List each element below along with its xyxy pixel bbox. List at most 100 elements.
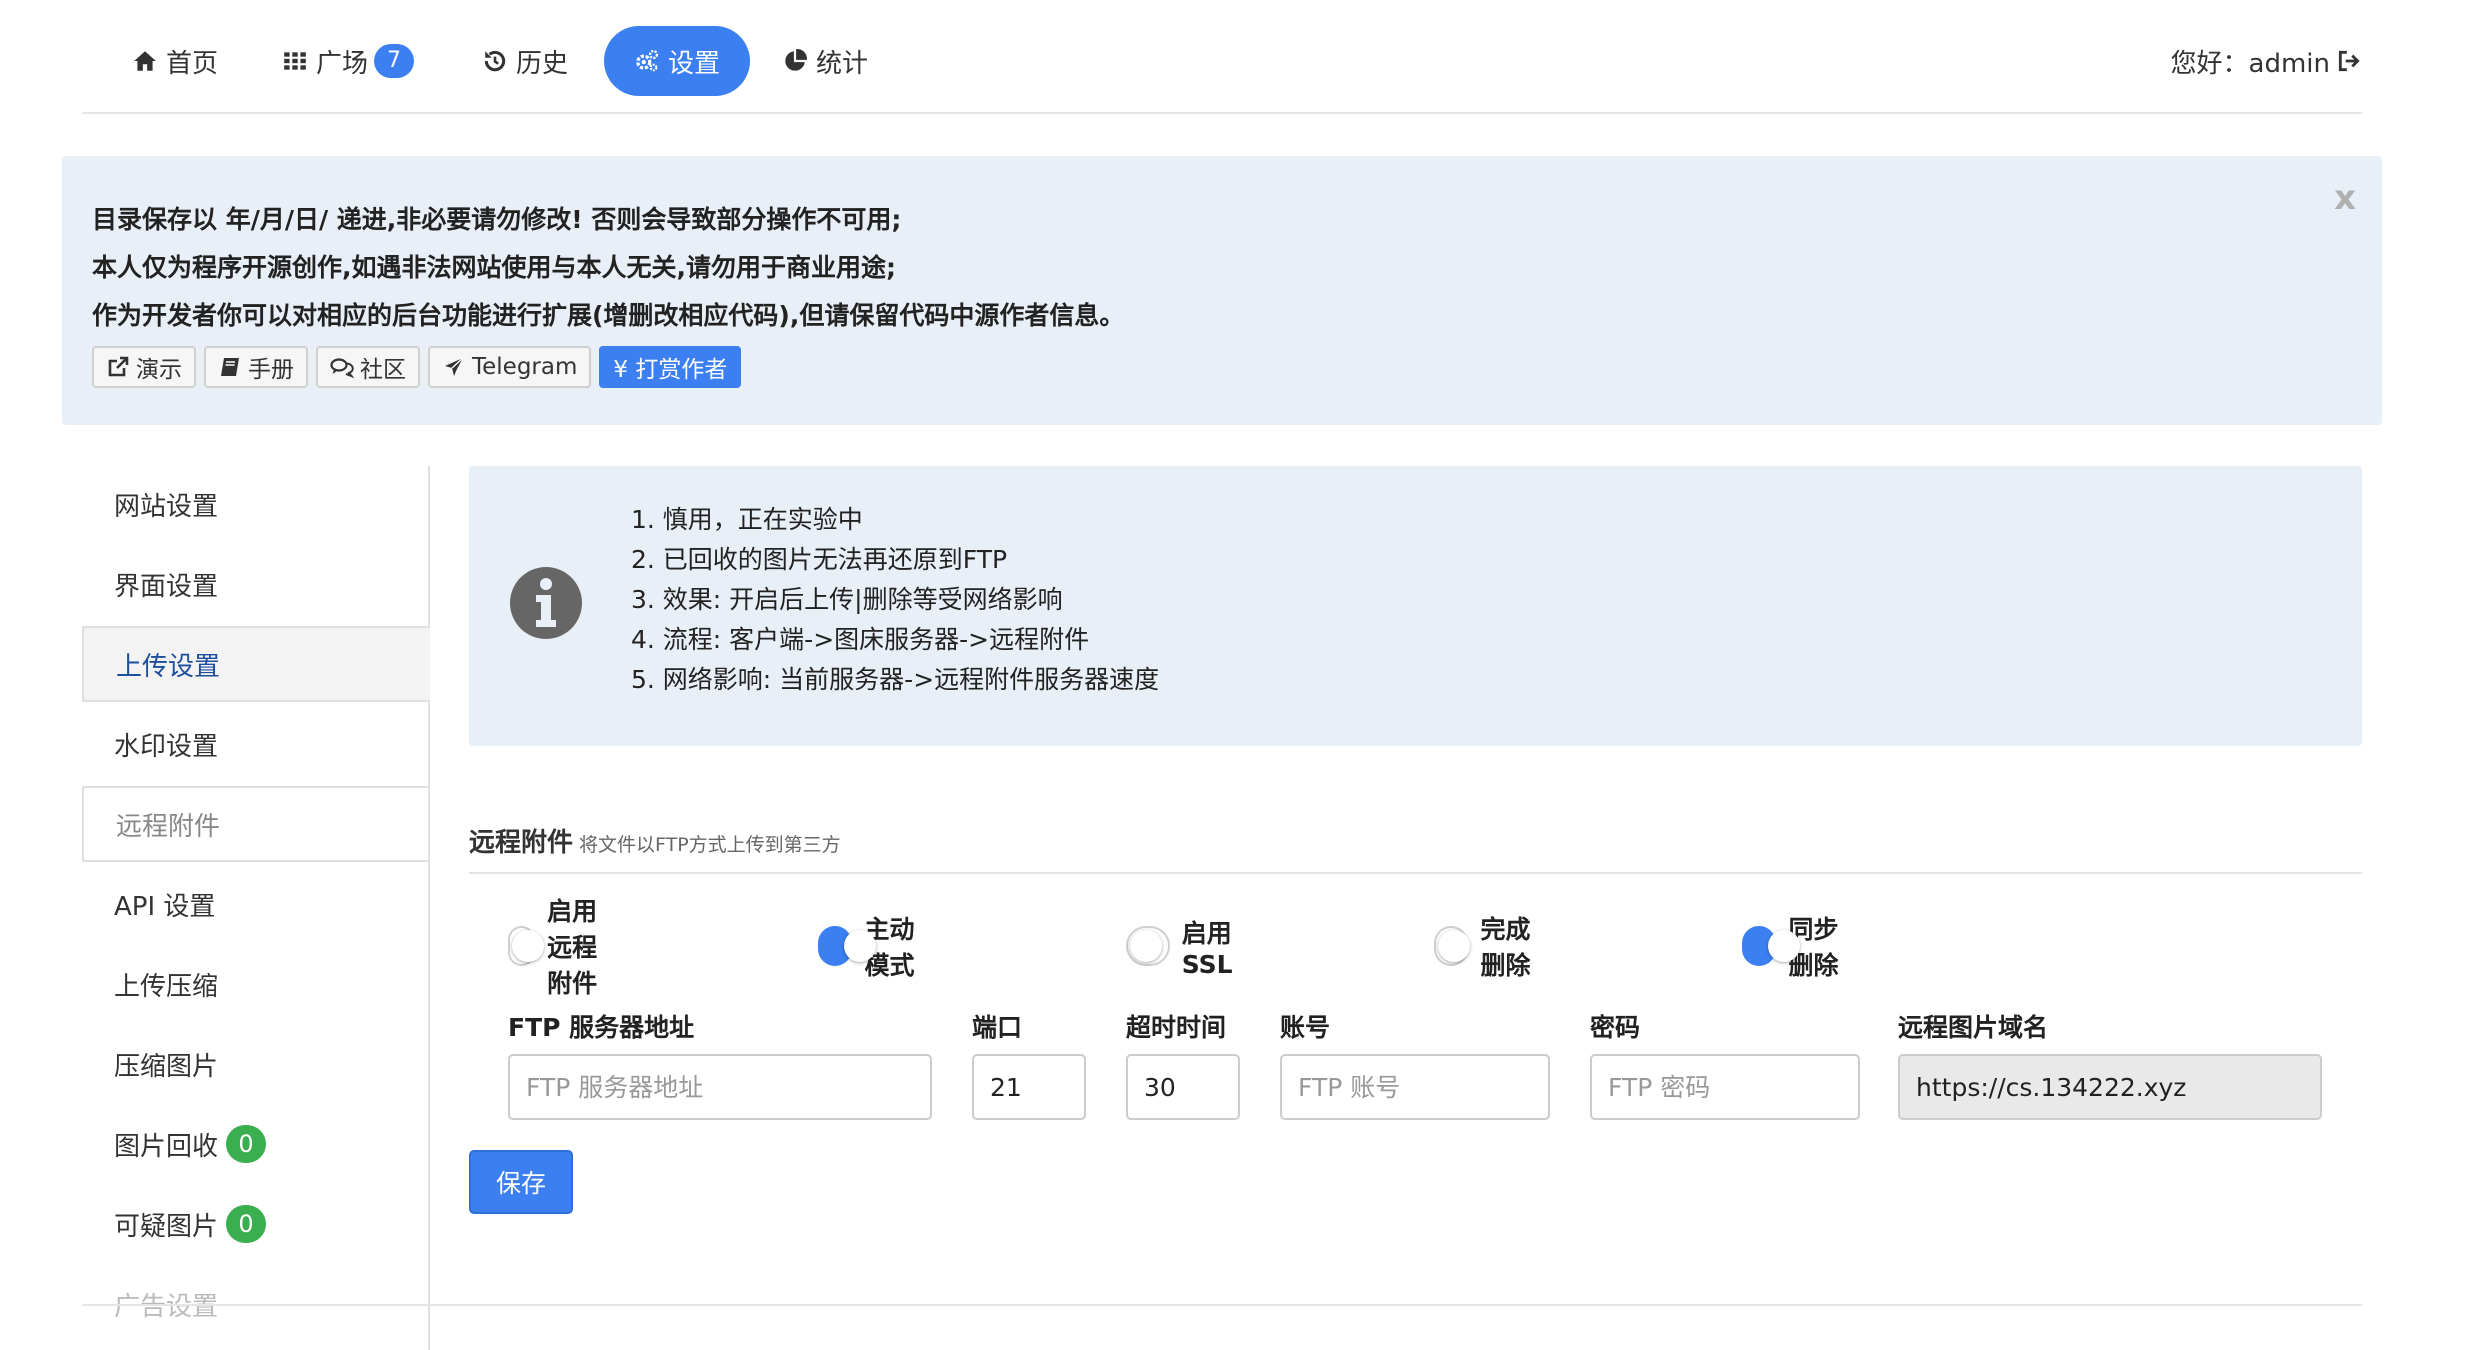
notice-line: 本人仅为程序开源创作,如遇非法网站使用与本人无关,请勿用于商业用途;	[92, 253, 896, 282]
account-input[interactable]	[1280, 1054, 1550, 1120]
timeout-input[interactable]	[1126, 1054, 1240, 1120]
book-icon	[221, 358, 239, 376]
sidebar-item-label: 网站设置	[114, 491, 219, 522]
toggle-enable-remote[interactable]: 启用远程附件	[508, 897, 607, 998]
ftp-host-label: FTP 服务器地址	[508, 1013, 695, 1042]
notice-button-group: 演示 手册 社区 Telegram ¥ 打赏作者	[92, 346, 2352, 388]
notice-line: 目录保存以 年/月/日/ 递进,非必要请勿修改! 否则会导致部分操作不可用;	[92, 205, 902, 234]
sidebar-item-label: 可疑图片	[114, 1211, 219, 1242]
button-label: 演示	[136, 357, 182, 383]
password-input[interactable]	[1590, 1054, 1860, 1120]
pie-chart-icon	[785, 49, 807, 71]
info-box: 1. 慎用，正在实验中 2. 已回收的图片无法再还原到FTP 3. 效果: 开启…	[469, 466, 2362, 746]
user-greeting[interactable]: 您好：admin	[2171, 26, 2362, 96]
logout-icon[interactable]	[2336, 48, 2362, 74]
demo-button[interactable]: 演示	[92, 346, 196, 388]
remote-domain-input[interactable]	[1898, 1054, 2322, 1120]
toggle-switch[interactable]	[1126, 926, 1170, 966]
sidebar-item-label: 图片回收	[114, 1131, 219, 1162]
nav-item-stats[interactable]: 统计	[752, 26, 898, 96]
ftp-host-input[interactable]	[508, 1054, 932, 1120]
info-line: 4. 流程: 客户端->图床服务器->远程附件	[631, 625, 1090, 654]
sidebar-item-upload[interactable]: 上传设置	[82, 626, 430, 702]
sidebar-item-suspicious[interactable]: 可疑图片 0	[82, 1186, 430, 1262]
comments-icon	[330, 358, 354, 378]
count-badge: 0	[226, 1125, 267, 1163]
section-title-text: 远程附件	[469, 828, 574, 858]
sidebar-item-remote-attachment[interactable]: 远程附件	[82, 786, 430, 862]
greeting-text: 您好：admin	[2170, 48, 2330, 79]
sidebar-item-site[interactable]: 网站设置	[82, 466, 430, 542]
nav-item-history[interactable]: 历史	[452, 26, 598, 96]
section-divider	[469, 872, 2362, 874]
sidebar-item-compress-images[interactable]: 压缩图片	[82, 1026, 430, 1102]
toggle-switch[interactable]	[818, 926, 877, 966]
nav-item-square[interactable]: 广场 7	[252, 26, 444, 96]
nav-item-home[interactable]: 首页	[102, 26, 248, 96]
gears-icon	[636, 49, 659, 72]
button-label: Telegram	[472, 354, 578, 380]
close-icon[interactable]: x	[2334, 178, 2356, 218]
toggle-label: 完成删除	[1480, 915, 1531, 980]
external-link-icon	[108, 356, 129, 377]
info-icon	[510, 567, 582, 639]
info-line: 5. 网络影响: 当前服务器->远程附件服务器速度	[631, 665, 1160, 694]
toggle-delete-on-complete[interactable]: 完成删除	[1434, 915, 1533, 980]
sidebar-item-label: 水印设置	[114, 731, 219, 762]
remote-domain-label: 远程图片域名	[1898, 1013, 2049, 1042]
notice-alert: x 目录保存以 年/月/日/ 递进,非必要请勿修改! 否则会导致部分操作不可用;…	[62, 156, 2382, 425]
toggle-enable-ssl[interactable]: 启用SSL	[1126, 919, 1251, 979]
manual-button[interactable]: 手册	[204, 346, 308, 388]
community-button[interactable]: 社区	[316, 346, 420, 388]
toggle-label: 启用SSL	[1181, 918, 1233, 979]
toggle-switch[interactable]	[508, 926, 545, 966]
toggle-sync-delete[interactable]: 同步删除	[1742, 915, 1841, 980]
nav-item-label: 首页	[166, 48, 219, 79]
info-line: 1. 慎用，正在实验中	[631, 505, 863, 534]
section-title: 远程附件 将文件以FTP方式上传到第三方	[469, 822, 841, 859]
toggle-active-mode[interactable]: 主动模式	[818, 915, 917, 980]
sidebar-item-api[interactable]: API 设置	[82, 866, 430, 942]
nav-item-label: 统计	[816, 48, 869, 79]
sidebar-item-recycle[interactable]: 图片回收 0	[82, 1106, 430, 1182]
notice-line: 作为开发者你可以对相应的后台功能进行扩展(增删改相应代码),但请保留代码中源作者…	[92, 301, 1125, 330]
account-label: 账号	[1280, 1013, 1331, 1042]
port-input[interactable]	[972, 1054, 1086, 1120]
sidebar-item-ui[interactable]: 界面设置	[82, 546, 430, 622]
donate-button[interactable]: ¥ 打赏作者	[599, 346, 742, 388]
password-label: 密码	[1590, 1013, 1641, 1042]
info-line: 2. 已回收的图片无法再还原到FTP	[631, 545, 1008, 574]
count-badge: 0	[226, 1205, 267, 1243]
sidebar-item-label: 上传设置	[116, 651, 221, 682]
notification-badge: 7	[374, 44, 415, 78]
toggle-label: 启用远程附件	[547, 897, 598, 998]
nav-item-label: 历史	[516, 48, 569, 79]
sidebar-item-upload-compress[interactable]: 上传压缩	[82, 946, 430, 1022]
sidebar-item-label: 远程附件	[116, 811, 221, 842]
sidebar-item-label: API 设置	[114, 891, 216, 922]
footer-divider	[82, 1304, 2362, 1306]
home-icon	[134, 51, 156, 71]
sidebar-item-watermark[interactable]: 水印设置	[82, 706, 430, 782]
plane-icon	[445, 357, 464, 376]
toggle-switch[interactable]	[1742, 926, 1801, 966]
timeout-label: 超时时间	[1126, 1013, 1227, 1042]
info-line: 3. 效果: 开启后上传|删除等受网络影响	[631, 585, 1063, 614]
sidebar-item-label: 界面设置	[114, 571, 219, 602]
save-button[interactable]: 保存	[469, 1150, 573, 1214]
nav-item-label: 设置	[668, 48, 721, 79]
settings-sidebar: 网站设置 界面设置 上传设置 水印设置 远程附件 API 设置 上传压缩 压缩图…	[82, 466, 430, 1350]
grid-icon	[284, 52, 306, 70]
info-list: 1. 慎用，正在实验中 2. 已回收的图片无法再还原到FTP 3. 效果: 开启…	[631, 500, 1159, 700]
telegram-button[interactable]: Telegram	[428, 346, 592, 388]
nav-item-label: 广场	[316, 48, 369, 79]
button-label: 社区	[360, 357, 406, 383]
sidebar-item-label: 上传压缩	[114, 971, 219, 1002]
sidebar-item-label: 压缩图片	[114, 1051, 219, 1082]
top-navbar: 首页 广场 7 历史 设置 统计 您好：admin	[82, 0, 2362, 114]
button-label: 手册	[248, 357, 294, 383]
section-subtitle: 将文件以FTP方式上传到第三方	[579, 834, 841, 856]
toggle-switch[interactable]	[1434, 926, 1471, 966]
nav-item-settings[interactable]: 设置	[604, 26, 751, 96]
history-icon	[484, 50, 506, 72]
